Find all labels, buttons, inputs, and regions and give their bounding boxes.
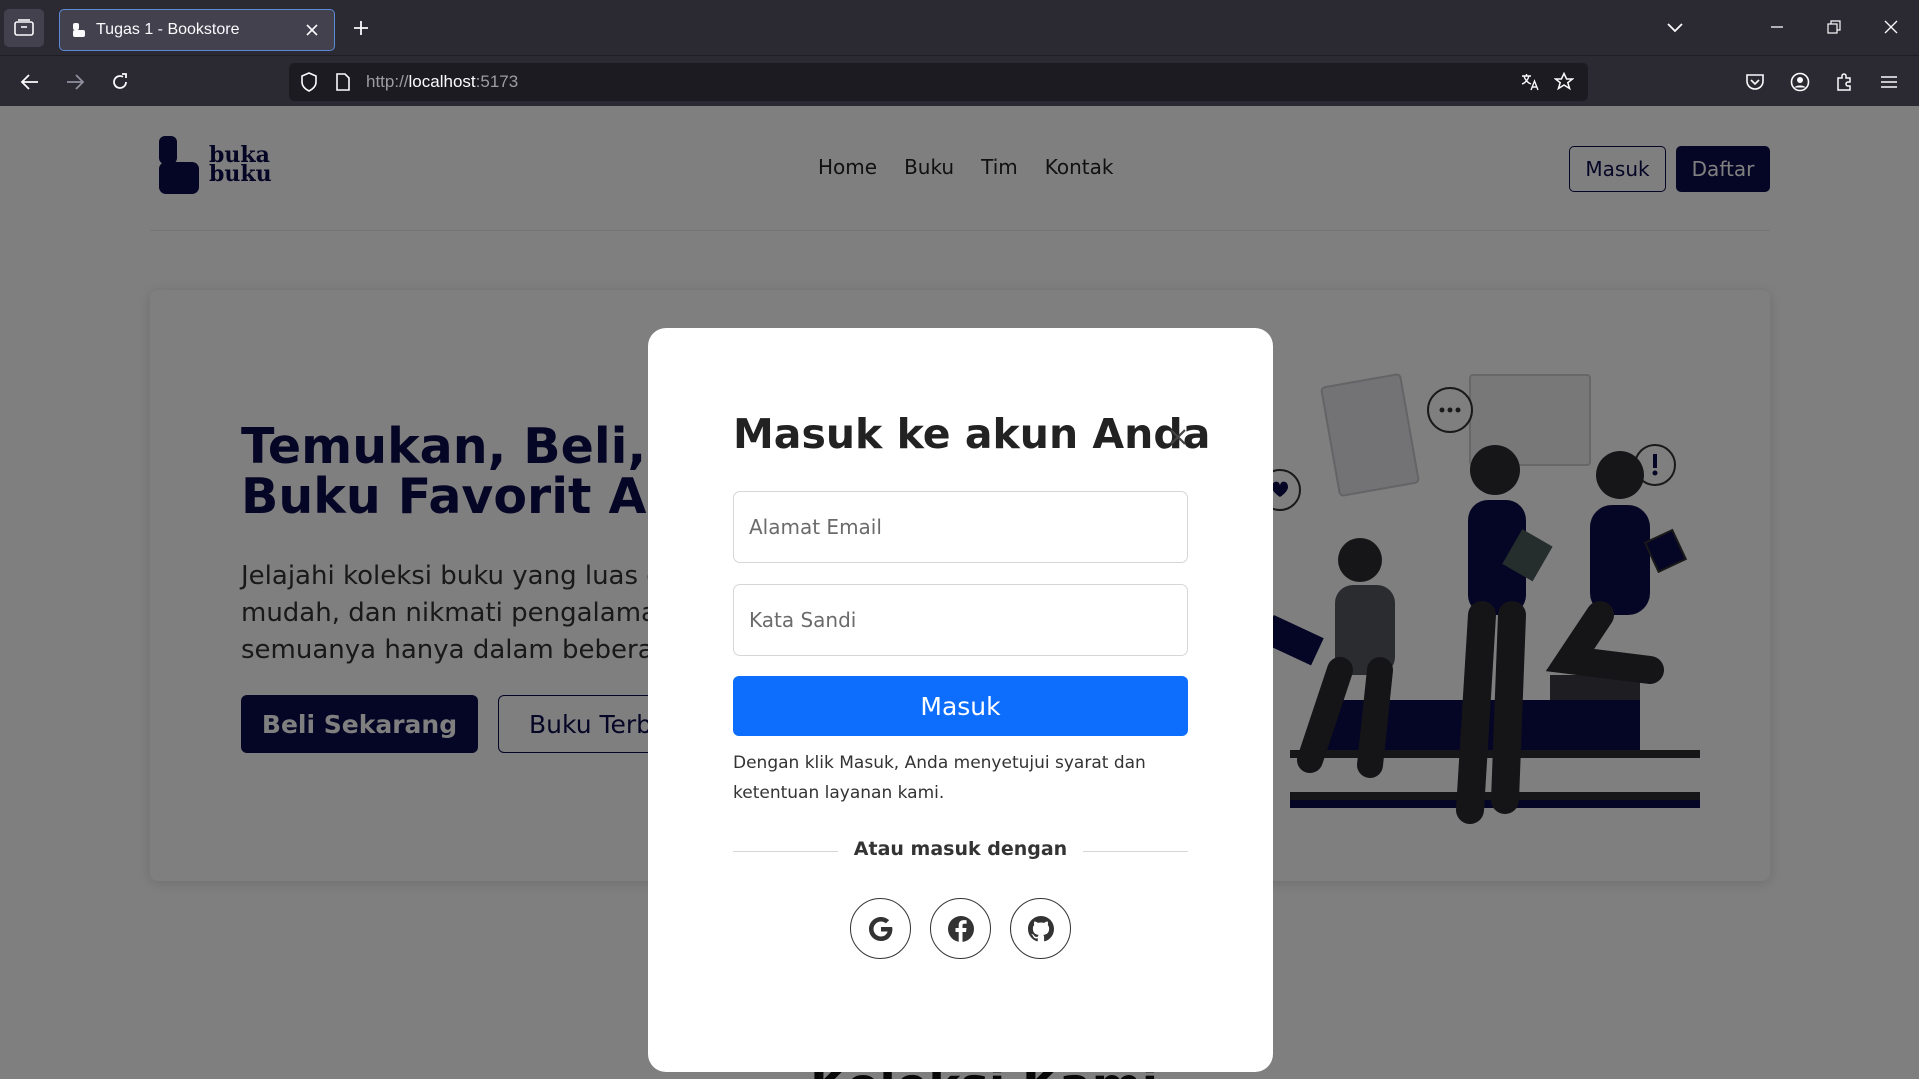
chevron-down-icon <box>1667 23 1683 33</box>
modal-close-button[interactable] <box>1165 424 1191 450</box>
google-login-button[interactable] <box>850 898 911 959</box>
puzzle-icon <box>1837 73 1851 91</box>
url-text: http://localhost:5173 <box>366 72 519 91</box>
window-close-button[interactable] <box>1876 12 1906 42</box>
minimize-icon <box>1771 26 1783 28</box>
password-field[interactable] <box>733 584 1188 656</box>
modal-title: Masuk ke akun Anda <box>733 410 1211 458</box>
reload-button[interactable] <box>104 66 136 98</box>
reload-icon <box>113 73 127 89</box>
tab-title: Tugas 1 - Bookstore <box>96 21 240 38</box>
page-favicon-icon <box>73 23 85 37</box>
github-icon <box>1027 915 1054 941</box>
browser-nav-bar: http://localhost:5173 <box>0 55 1919 106</box>
pocket-button[interactable] <box>1739 66 1771 98</box>
divider-line-right <box>1083 851 1188 852</box>
account-icon <box>1790 72 1810 92</box>
google-icon <box>868 916 892 941</box>
tab-close-icon[interactable] <box>302 20 322 40</box>
browser-tab-active[interactable]: Tugas 1 - Bookstore <box>59 9 335 51</box>
web-page: buka buku Home Buku Tim Kontak Masuk Daf… <box>0 106 1919 1079</box>
translate-icon[interactable] <box>1520 72 1540 92</box>
hamburger-icon <box>1881 76 1897 88</box>
forward-button[interactable] <box>59 66 91 98</box>
email-field[interactable] <box>733 491 1188 563</box>
plus-icon <box>354 21 368 35</box>
new-tab-button[interactable] <box>347 14 375 42</box>
bookmark-star-icon[interactable] <box>1554 72 1574 92</box>
menu-button[interactable] <box>1873 66 1905 98</box>
close-icon <box>1170 429 1186 445</box>
pocket-icon <box>1746 74 1764 90</box>
facebook-login-button[interactable] <box>930 898 991 959</box>
login-modal: Masuk ke akun Anda Masuk Dengan klik Mas… <box>648 328 1273 1072</box>
restore-icon <box>1827 20 1841 34</box>
terms-text: Dengan klik Masuk, Anda menyetujui syara… <box>733 753 1146 803</box>
submit-login-button[interactable]: Masuk <box>733 676 1188 736</box>
tab-list-button[interactable] <box>4 9 44 47</box>
extensions-button[interactable] <box>1829 66 1861 98</box>
social-divider: Atau masuk dengan <box>733 836 1188 866</box>
arrow-left-icon <box>20 74 38 90</box>
close-icon <box>1884 20 1898 34</box>
shield-icon[interactable] <box>299 72 319 92</box>
facebook-icon <box>947 915 974 942</box>
browser-tab-bar: Tugas 1 - Bookstore <box>0 0 1919 55</box>
restore-button[interactable] <box>1819 12 1849 42</box>
page-info-icon[interactable] <box>333 72 353 92</box>
account-button[interactable] <box>1784 66 1816 98</box>
github-login-button[interactable] <box>1010 898 1071 959</box>
divider-text: Atau masuk dengan <box>853 838 1068 860</box>
tab-list-icon <box>14 19 34 36</box>
address-bar[interactable]: http://localhost:5173 <box>289 63 1588 101</box>
arrow-right-icon <box>67 74 85 90</box>
back-button[interactable] <box>14 66 46 98</box>
tab-overflow-button[interactable] <box>1660 12 1690 42</box>
minimize-button[interactable] <box>1762 12 1792 42</box>
